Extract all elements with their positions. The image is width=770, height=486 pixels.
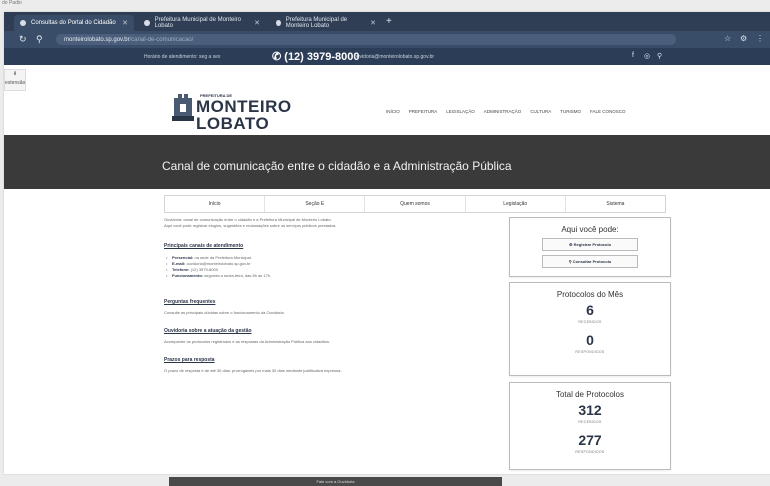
consult-protocol-button[interactable]: ⚲ Consultar Protocolo — [542, 255, 638, 268]
nav-item[interactable]: INÍCIO — [386, 109, 400, 114]
button-label: Registrar Protocolo — [573, 242, 612, 247]
browser-tab-title: Prefeitura Municipal de Monteiro Lobato — [285, 17, 348, 29]
actions-card: Aqui você pode: ⚙ Registrar Protocolo ⚲ … — [509, 217, 671, 277]
extensions-icon[interactable]: ⚙ — [740, 34, 747, 43]
list-item-label: E-mail: — [172, 261, 186, 266]
facebook-icon[interactable]: f — [632, 52, 634, 59]
list-item-label: Funcionamento: — [172, 273, 204, 278]
answered-count: 0 — [586, 332, 594, 348]
favicon-icon — [144, 20, 150, 26]
search-icon[interactable]: ⚲ — [657, 52, 662, 60]
city-crest-icon — [172, 94, 194, 121]
browser-tab-2[interactable]: Prefeitura Municipal de Monteiro Lobato … — [138, 15, 266, 31]
list-item-text: segunda a sexta-feira, das 8h às 17h. — [203, 273, 272, 278]
side-extension-widget[interactable]: ⬇ extensão — [4, 69, 26, 91]
section-heading: Principais canais de atendimento — [164, 243, 244, 249]
phone-number[interactable]: ✆ (12) 3979-8000 — [272, 50, 360, 63]
extension-icon: ⬇ — [12, 71, 18, 77]
tab-legislacao[interactable]: Legislação — [466, 196, 566, 212]
answered-count: 277 — [578, 432, 602, 448]
answered-label: RESPONDIDOS — [575, 450, 605, 454]
received-label: RECEBIDOS — [578, 420, 602, 424]
section-heading: Prazos para resposta — [164, 357, 215, 363]
register-protocol-button[interactable]: ⚙ Registrar Protocolo — [542, 238, 638, 251]
section-text: Acompanhe os protocolos registrados e as… — [164, 339, 331, 344]
list-item-label: Presencial: — [172, 255, 194, 260]
nav-item[interactable]: TURISMO — [560, 109, 581, 114]
browser-window: Consultas do Portal do Cidadão ✕ Prefeit… — [4, 12, 770, 486]
received-count: 312 — [578, 402, 602, 418]
browser-tab-title: Prefeitura Municipal de Monteiro Lobato — [154, 17, 241, 29]
browser-toolbar: ↻ ⚲ monteirolobato.sp.gov.br /canal-de-c… — [4, 31, 770, 48]
tab-quem-somos[interactable]: Quem somos — [365, 196, 466, 212]
browser-tab-title: Consultas do Portal do Cidadão — [31, 20, 116, 26]
monthly-protocols-card: Protocolos do Mês 6 RECEBIDOS 0 RESPONDI… — [509, 282, 671, 376]
site-header: PREFEITURA DE MONTEIRO LOBATO INÍCIO PRE… — [4, 65, 770, 135]
close-tab-icon[interactable]: ✕ — [254, 19, 260, 27]
card-title: Protocolos do Mês — [556, 290, 624, 299]
received-label: RECEBIDOS — [578, 320, 602, 324]
tab-secao[interactable]: Seção E — [265, 196, 366, 212]
reload-icon[interactable]: ↻ — [19, 34, 27, 45]
extension-label: extensão — [5, 80, 26, 86]
list-item-label: Telefone: — [172, 267, 190, 272]
menu-icon[interactable]: ⋮ — [756, 34, 764, 43]
browser-tab-3[interactable]: Prefeitura Municipal de Monteiro Lobato … — [270, 15, 382, 31]
received-count: 6 — [586, 302, 594, 318]
url-path: /canal-de-comunicacao/ — [129, 36, 194, 43]
hero-banner: Canal de comunicação entre o cidadão e a… — [4, 135, 770, 189]
hero-title: Canal de comunicação entre o cidadão e a… — [162, 159, 512, 173]
nav-item[interactable]: ADMINISTRAÇÃO — [484, 109, 522, 114]
nav-item[interactable]: LEGISLAÇÃO — [446, 109, 475, 114]
favicon-icon — [20, 20, 26, 26]
nav-item[interactable]: CULTURA — [530, 109, 551, 114]
section-text: Consulte as principais dúvidas sobre o f… — [164, 310, 285, 315]
site-info-icon[interactable]: ⚲ — [36, 34, 43, 45]
ouvidoria-button[interactable]: Fale com a Ouvidoria — [169, 477, 502, 486]
new-tab-button[interactable]: + — [386, 16, 392, 27]
section-text: O prazo de resposta é de até 30 dias, pr… — [164, 368, 342, 373]
intro-text: Aqui você pode registrar elogios, sugest… — [164, 223, 337, 228]
card-title: Aqui você pode: — [561, 225, 619, 234]
bookmark-icon[interactable]: ☆ — [724, 34, 731, 43]
card-title: Total de Protocolos — [555, 390, 625, 399]
nav-item[interactable]: FALE CONOSCO — [590, 109, 626, 114]
page-caption: do Padio — [2, 0, 22, 6]
main-content: Ouvidoria: canal de comunicação entre o … — [164, 217, 494, 374]
url-host: monteirolobato.sp.gov.br — [64, 36, 130, 43]
list-item-text[interactable]: ouvidoria@monteirolobato.sp.gov.br — [185, 261, 250, 266]
browser-tab-1[interactable]: Consultas do Portal do Cidadão ✕ — [14, 15, 134, 31]
address-bar[interactable]: monteirolobato.sp.gov.br /canal-de-comun… — [56, 34, 676, 45]
contact-bar: Horário de atendimento: seg a sex ✆ (12)… — [4, 48, 770, 65]
section-heading: Ouvidoria sobre a atuação da gestão — [164, 328, 252, 334]
list-item: Funcionamento: segunda a sexta-feira, da… — [164, 273, 494, 279]
total-protocols-card: Total de Protocolos 312 RECEBIDOS 277 RE… — [509, 382, 671, 470]
office-hours: Horário de atendimento: seg a sex — [144, 54, 221, 60]
section-heading: Perguntas frequentes — [164, 299, 216, 305]
favicon-icon — [276, 20, 281, 26]
tab-sistema[interactable]: Sistema — [566, 196, 665, 212]
list-item-text: na sede da Prefeitura Municipal. — [193, 255, 252, 260]
main-navigation: INÍCIO PREFEITURA LEGISLAÇÃO ADMINISTRAÇ… — [386, 109, 626, 114]
content-tabs: Início Seção E Quem somos Legislação Sis… — [164, 195, 666, 213]
close-tab-icon[interactable]: ✕ — [370, 19, 376, 27]
logo-text-line2[interactable]: LOBATO — [196, 114, 269, 134]
phone-text: (12) 3979-8000 — [284, 51, 360, 63]
close-tab-icon[interactable]: ✕ — [122, 19, 128, 27]
instagram-icon[interactable]: ◎ — [644, 52, 650, 60]
contact-email[interactable]: ouvidoria@monteirolobato.sp.gov.br — [354, 54, 434, 60]
nav-item[interactable]: PREFEITURA — [409, 109, 438, 114]
tab-inicio[interactable]: Início — [165, 196, 266, 212]
answered-label: RESPONDIDOS — [575, 350, 605, 354]
button-label: Consultar Protocolo — [572, 259, 612, 264]
list-item-text: (12) 3979-8000 — [189, 267, 218, 272]
tab-strip: Consultas do Portal do Cidadão ✕ Prefeit… — [4, 12, 770, 31]
